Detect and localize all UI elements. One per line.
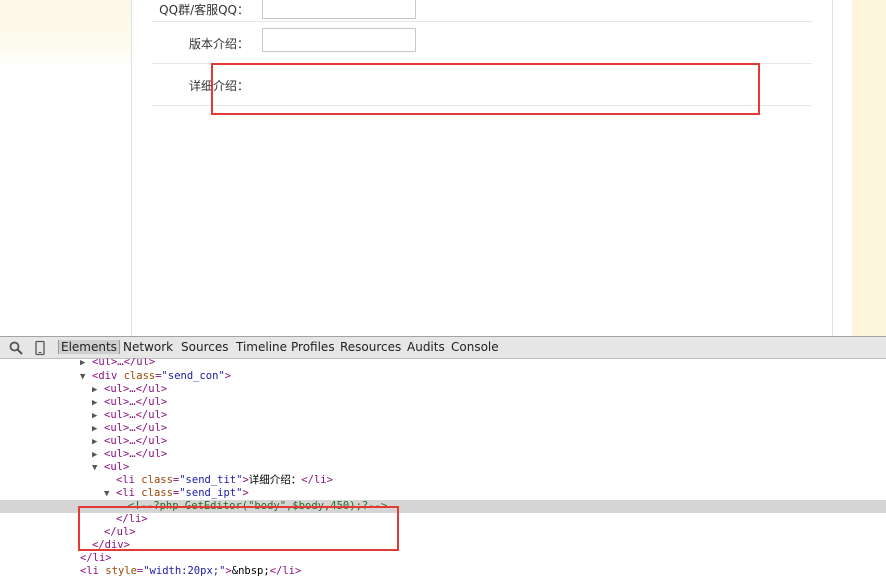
collapse-arrow-icon[interactable]: ▼ xyxy=(80,371,92,384)
form-row-version: 版本介绍： xyxy=(152,22,812,64)
dom-node[interactable]: ▶ <ul>…</ul> xyxy=(92,448,167,461)
dom-node[interactable]: ▼ <li class="send_ipt"> xyxy=(104,487,249,500)
dom-node[interactable]: ▶ <ul>…</ul> xyxy=(92,409,167,422)
device-mode-icon[interactable] xyxy=(32,340,48,356)
qq-label: QQ群/客服QQ： xyxy=(159,3,249,17)
expand-arrow-icon[interactable]: ▶ xyxy=(80,358,92,370)
collapse-arrow-icon[interactable]: ▼ xyxy=(92,462,104,475)
form-row-qq: QQ群/客服QQ： xyxy=(152,0,812,22)
tab-sources[interactable]: Sources xyxy=(181,340,228,354)
dom-node[interactable]: ▼ <ul> xyxy=(92,461,129,474)
highlight-box-code xyxy=(78,506,399,551)
dom-tree: ▶ <ul>…</ul> ▼ <div class="send_con"> ▶ <ul… xyxy=(0,358,886,578)
devtools-toolbar: Elements Network Sources Timeline Profil… xyxy=(0,337,886,359)
search-icon[interactable] xyxy=(8,340,24,356)
dom-node[interactable]: ▶ <ul>…</ul> xyxy=(92,422,167,435)
tab-network[interactable]: Network xyxy=(123,340,173,354)
dom-node[interactable]: <li class="send_tit">详细介绍：</li> xyxy=(116,474,333,487)
version-input[interactable] xyxy=(262,28,416,52)
tab-console[interactable]: Console xyxy=(451,340,499,354)
dom-node[interactable]: ▶ <ul>…</ul> xyxy=(92,435,167,448)
page-background-right xyxy=(852,0,886,336)
tab-elements[interactable]: Elements xyxy=(58,340,120,354)
highlight-box-detail xyxy=(211,63,760,115)
collapse-arrow-icon[interactable]: ▼ xyxy=(104,488,116,501)
tab-timeline[interactable]: Timeline xyxy=(236,340,287,354)
dom-node[interactable]: ▶ <ul>…</ul> xyxy=(80,358,155,369)
version-label: 版本介绍： xyxy=(188,37,249,51)
tab-audits[interactable]: Audits xyxy=(407,340,445,354)
dom-node[interactable]: ▶ <ul>…</ul> xyxy=(92,396,167,409)
web-page: QQ群/客服QQ： 版本介绍： 详细介绍： xyxy=(0,0,886,336)
devtools-panel: Elements Network Sources Timeline Profil… xyxy=(0,336,886,578)
tab-profiles[interactable]: Profiles xyxy=(291,340,335,354)
tab-resources[interactable]: Resources xyxy=(340,340,401,354)
dom-node[interactable]: </li> xyxy=(80,552,112,565)
dom-node[interactable]: ▼ <div class="send_con"> xyxy=(80,370,231,383)
dom-node[interactable]: ▶ <ul>…</ul> xyxy=(92,383,167,396)
dom-node[interactable]: <li style="width:20px;">&nbsp;</li> xyxy=(80,565,301,578)
page-background-left xyxy=(0,0,131,70)
qq-input[interactable] xyxy=(262,0,416,19)
form-container: QQ群/客服QQ： 版本介绍： 详细介绍： xyxy=(131,0,833,336)
